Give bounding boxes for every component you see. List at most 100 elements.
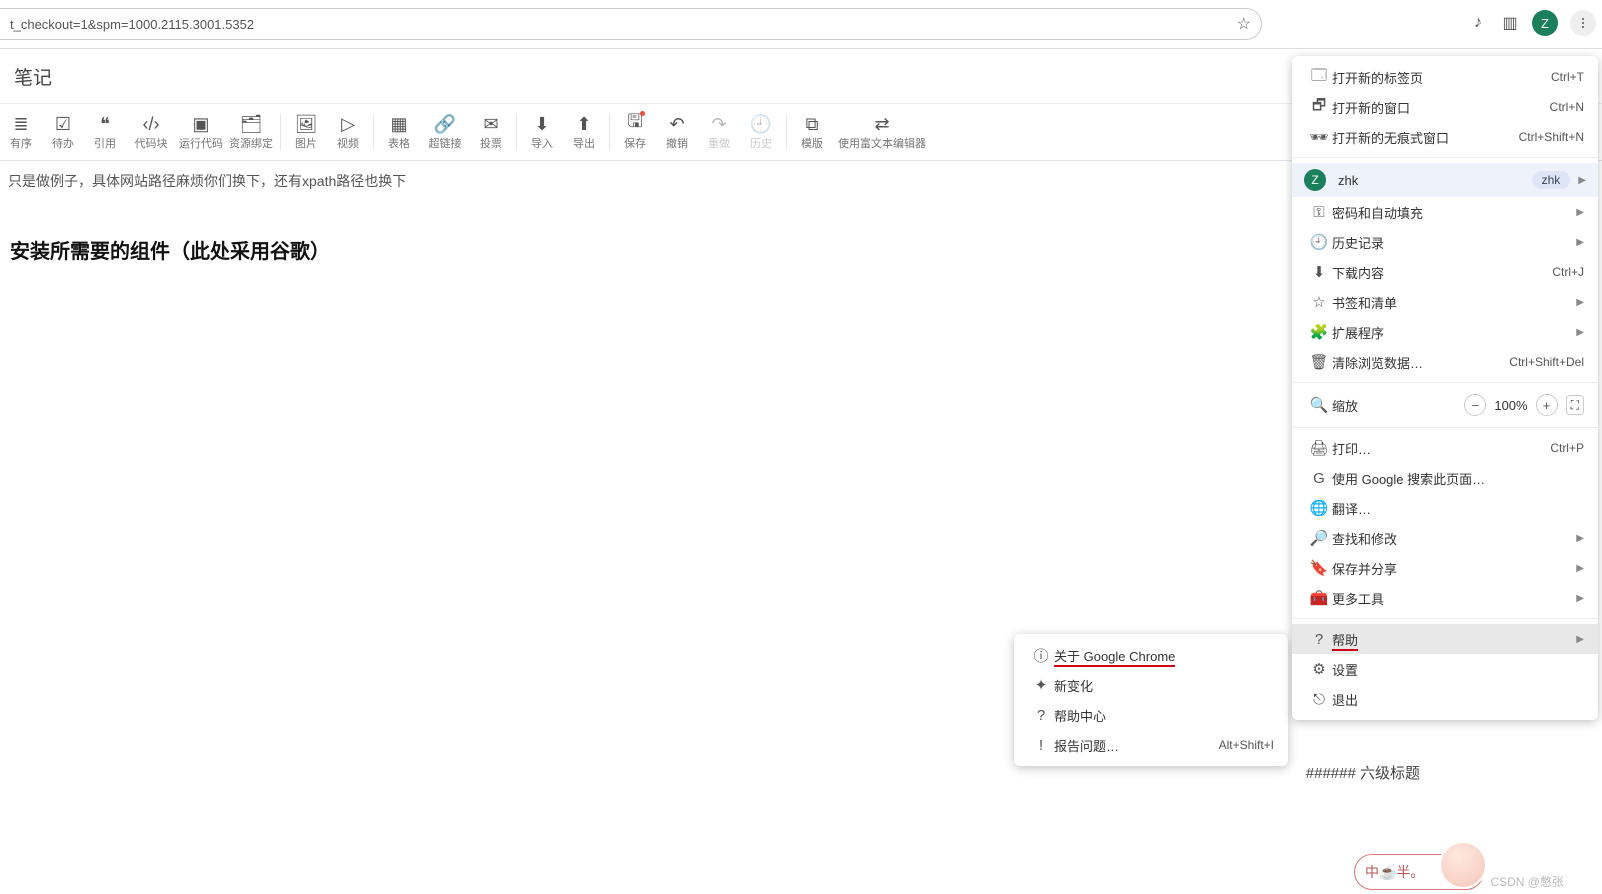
chevron-right-icon: ▶: [1578, 175, 1586, 186]
menu-item-帮助中心[interactable]: ?帮助中心: [1014, 700, 1288, 730]
url-text: t_checkout=1&spm=1000.2115.3001.5352: [10, 17, 1237, 32]
music-icon[interactable]: ♪: [1468, 13, 1488, 33]
menu-item-历史记录[interactable]: 🕘历史记录▶: [1292, 227, 1598, 257]
toolbar-视频[interactable]: ▷视频: [327, 108, 369, 156]
menu-item-退出[interactable]: ⎋退出: [1292, 684, 1598, 714]
toolbar-icon: 🕘: [750, 113, 772, 135]
outline-h6[interactable]: ###### 六级标题: [1306, 762, 1420, 783]
zoom-out-button[interactable]: −: [1464, 394, 1486, 416]
menu-item-打开新的无痕式窗口[interactable]: 🕶打开新的无痕式窗口Ctrl+Shift+N: [1292, 122, 1598, 152]
!-icon: !: [1028, 737, 1054, 754]
toolbar-icon: 🔗: [434, 113, 456, 135]
menu-item-使用 Google 搜索此页面…[interactable]: G使用 Google 搜索此页面…: [1292, 463, 1598, 493]
toolbar-有序[interactable]: ≣有序: [0, 108, 42, 156]
toolbar-icon: ‹/›: [143, 113, 160, 135]
toolbar-撤销[interactable]: ↶撤销: [656, 108, 698, 156]
toolbar-icon: ≣: [13, 113, 28, 135]
toolbar-表格[interactable]: ▦表格: [378, 108, 420, 156]
menu-item-下载内容[interactable]: ⬇下载内容Ctrl+J: [1292, 257, 1598, 287]
menu-label: 下载内容: [1332, 263, 1552, 282]
toolbar-投票[interactable]: ✉投票: [470, 108, 512, 156]
toolbar-使用富文本编辑器[interactable]: ⇄使用富文本编辑器: [833, 108, 931, 156]
?-icon: ?: [1306, 631, 1332, 648]
toolbar-label: 有序: [10, 135, 32, 151]
address-bar[interactable]: t_checkout=1&spm=1000.2115.3001.5352 ☆: [0, 8, 1262, 40]
menu-item-设置[interactable]: ⚙设置: [1292, 654, 1598, 684]
toolbar-资源绑定[interactable]: 🗂资源绑定: [226, 108, 276, 156]
toolbar-运行代码[interactable]: ▣运行代码: [176, 108, 226, 156]
toolbar-icon: ↷: [711, 113, 726, 135]
toolbar-icon: 🗂: [240, 113, 263, 135]
floating-widget[interactable]: 中☕半。: [1354, 854, 1484, 890]
menu-item-翻译…[interactable]: 🌐翻译…: [1292, 493, 1598, 523]
toolbar-模版[interactable]: ⧉模版: [791, 108, 833, 156]
toolbar-label: 导出: [573, 135, 595, 151]
🧩-icon: 🧩: [1306, 323, 1332, 341]
toolbar-icon: ⇄: [874, 113, 889, 135]
toolbar-label: 使用富文本编辑器: [838, 135, 926, 151]
menu-item-帮助[interactable]: ?帮助▶: [1292, 624, 1598, 654]
toolbar-icon: ▷: [341, 113, 355, 135]
toolbar-导出[interactable]: ⬆导出: [563, 108, 605, 156]
toolbar-图片[interactable]: 🖼图片: [285, 108, 327, 156]
menu-item-书签和清单[interactable]: ☆书签和清单▶: [1292, 287, 1598, 317]
chevron-right-icon: ▶: [1576, 327, 1584, 338]
toolbar-label: 图片: [295, 135, 317, 151]
toolbar-label: 撤销: [666, 135, 688, 151]
menu-label: 设置: [1332, 660, 1584, 679]
toolbar-超链接[interactable]: 🔗超链接: [420, 108, 470, 156]
G-icon: G: [1306, 470, 1332, 487]
toolbar-待办[interactable]: ☑待办: [42, 108, 84, 156]
toolbar-label: 投票: [480, 135, 502, 151]
menu-item-密码和自动填充[interactable]: ⚿密码和自动填充▶: [1292, 197, 1598, 227]
menu-item-新变化[interactable]: ✦新变化: [1014, 670, 1288, 700]
toolbar-label: 模版: [801, 135, 823, 151]
🌐-icon: 🌐: [1306, 499, 1332, 517]
toolbar-导入[interactable]: ⬇导入: [521, 108, 563, 156]
toolbar-label: 资源绑定: [229, 135, 273, 151]
menu-item-打开新的窗口[interactable]: 🗗打开新的窗口Ctrl+N: [1292, 92, 1598, 122]
bookmark-star-icon[interactable]: ☆: [1237, 14, 1251, 34]
menu-label: 扩展程序: [1332, 323, 1568, 342]
fullscreen-button[interactable]: ⛶: [1566, 395, 1584, 415]
menu-item-清除浏览数据…[interactable]: 🗑清除浏览数据…Ctrl+Shift+Del: [1292, 347, 1598, 377]
menu-label: 翻译…: [1332, 499, 1584, 518]
toolbar-label: 超链接: [429, 135, 462, 151]
menu-label: 使用 Google 搜索此页面…: [1332, 469, 1584, 488]
menu-label: 更多工具: [1332, 589, 1568, 608]
chrome-menu-button[interactable]: [1570, 10, 1596, 36]
menu-label: 密码和自动填充: [1332, 203, 1568, 222]
browser-toolbar: t_checkout=1&spm=1000.2115.3001.5352 ☆ ♪…: [0, 0, 1602, 49]
toolbar-历史[interactable]: 🕘历史: [740, 108, 782, 156]
toolbar-引用[interactable]: ❝引用: [84, 108, 126, 156]
menu-item-查找和修改[interactable]: 🔎查找和修改▶: [1292, 523, 1598, 553]
help-submenu: ⓘ关于 Google Chrome✦新变化?帮助中心!报告问题…Alt+Shif…: [1014, 634, 1288, 766]
menu-item-更多工具[interactable]: 🧰更多工具▶: [1292, 583, 1598, 613]
menu-item-扩展程序[interactable]: 🧩扩展程序 ▶: [1292, 317, 1598, 347]
menu-item-保存并分享[interactable]: 🔖保存并分享▶: [1292, 553, 1598, 583]
toolbar-icon: ↶: [669, 113, 684, 135]
toolbar-label: 历史: [750, 135, 772, 151]
toolbar-代码块[interactable]: ‹/›代码块: [126, 108, 176, 156]
menu-profile-row[interactable]: Zzhkzhk▶: [1292, 163, 1598, 197]
⎋-icon: ⎋: [1306, 691, 1332, 708]
menu-label: 打开新的标签页: [1332, 68, 1551, 87]
menu-label: 帮助: [1332, 630, 1568, 649]
chevron-right-icon: ▶: [1576, 533, 1584, 544]
menu-item-关于 Google Chrome[interactable]: ⓘ关于 Google Chrome: [1014, 640, 1288, 670]
panel-icon[interactable]: ▥: [1500, 13, 1520, 33]
?-icon: ?: [1028, 707, 1054, 724]
🔖-icon: 🔖: [1306, 559, 1332, 577]
✦-icon: ✦: [1028, 676, 1054, 694]
profile-avatar[interactable]: Z: [1532, 10, 1558, 36]
menu-label: 打开新的窗口: [1332, 98, 1550, 117]
menu-label: 新变化: [1054, 676, 1274, 695]
zoom-in-button[interactable]: +: [1536, 394, 1558, 416]
⚙-icon: ⚙: [1306, 660, 1332, 678]
menu-item-打印…[interactable]: 🖨打印…Ctrl+P: [1292, 433, 1598, 463]
toolbar-icon: ▦: [390, 113, 407, 135]
menu-item-打开新的标签页[interactable]: 🗔打开新的标签页Ctrl+T: [1292, 62, 1598, 92]
menu-item-报告问题…[interactable]: !报告问题…Alt+Shift+I: [1014, 730, 1288, 760]
toolbar-保存[interactable]: 🖫保存: [614, 108, 656, 156]
toolbar-重做[interactable]: ↷重做: [698, 108, 740, 156]
